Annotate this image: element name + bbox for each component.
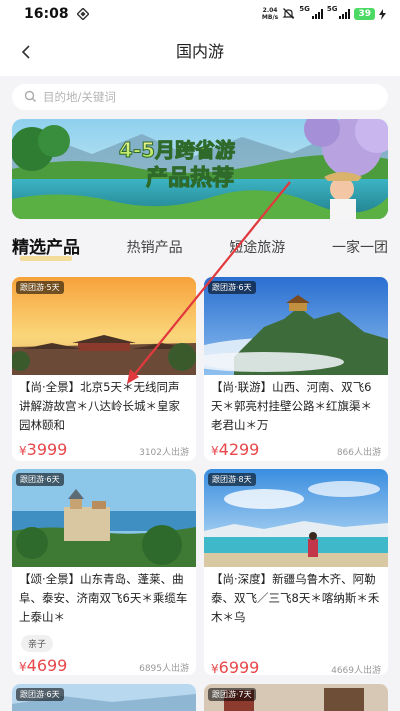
product-card[interactable]: 跟团游·6天 【尚·联游】山西、河南、双飞6天＊郭亮村挂壁公路＊红旗渠＊老君山＊…	[204, 277, 388, 461]
product-title: 【尚·联游】山西、河南、双飞6天＊郭亮村挂壁公路＊红旗渠＊老君山＊万	[211, 380, 372, 432]
signal1-label: 5G	[299, 4, 310, 13]
search-bar[interactable]	[12, 84, 388, 110]
product-image: 跟团游·7天	[204, 684, 388, 711]
trip-type-badge: 跟团游·5天	[16, 281, 64, 294]
travelers-count: 3102人出游	[139, 448, 189, 458]
product-tag: 亲子	[21, 635, 54, 652]
back-button[interactable]	[12, 38, 40, 66]
product-card[interactable]: 跟团游·5天 【尚·全景】北京5天＊无线同声讲解游故宫＊八达岭长城＊皇家园林颐和…	[12, 277, 196, 461]
tab-short-trips[interactable]: 短途旅游	[229, 232, 285, 264]
charging-icon	[379, 5, 386, 24]
product-title: 【尚·深度】新疆乌鲁木齐、阿勒泰、双飞／三飞8天＊喀纳斯＊禾木＊乌	[211, 572, 380, 624]
trip-type-badge: 跟团游·7天	[208, 688, 256, 701]
promo-banner[interactable]: 4-5月跨省游 产品热荐	[12, 119, 388, 219]
travelers-count: 4669人出游	[331, 666, 381, 675]
page-title: 国内游	[175, 42, 224, 61]
banner-headline-line2: 产品热荐	[146, 165, 234, 191]
product-price: ¥4299	[211, 440, 260, 459]
trip-type-badge: 跟团游·6天	[16, 473, 64, 486]
tab-bestselling[interactable]: 热销产品	[127, 232, 183, 264]
product-price: ¥3999	[19, 440, 68, 459]
app-notification-icon	[75, 5, 90, 24]
product-image: 跟团游·6天	[12, 469, 196, 567]
product-title: 【颂·全景】山东青岛、蓬莱、曲阜、泰安、济南双飞6天＊乘缆车上泰山＊	[19, 572, 188, 624]
search-input[interactable]	[43, 90, 363, 104]
tab-private-group[interactable]: 一家一团	[332, 232, 388, 264]
trip-type-badge: 跟团游·6天	[16, 688, 64, 701]
category-tabs: 精选产品 热销产品 短途旅游 一家一团	[12, 232, 388, 264]
search-icon	[24, 88, 37, 107]
travelers-count: 6895人出游	[139, 664, 189, 674]
trip-type-badge: 跟团游·8天	[208, 473, 256, 486]
product-title: 【尚·全景】北京5天＊无线同声讲解游故宫＊八达岭长城＊皇家园林颐和	[19, 380, 180, 432]
product-image: 跟团游·6天	[12, 684, 196, 711]
chevron-left-icon	[21, 45, 30, 59]
trip-type-badge: 跟团游·6天	[208, 281, 256, 294]
network-speed: 2.04 MB/s	[261, 7, 279, 21]
tab-featured[interactable]: 精选产品	[12, 232, 80, 264]
product-image: 跟团游·8天	[204, 469, 388, 567]
mute-icon	[282, 5, 295, 24]
product-price: ¥4699	[19, 656, 68, 675]
product-image: 跟团游·6天	[204, 277, 388, 375]
signal-strength-icon	[311, 9, 323, 19]
nav-bar: 国内游	[0, 28, 400, 76]
product-card[interactable]: 跟团游·6天 【颂·全景】山东青岛、蓬莱、曲阜、泰安、济南双飞6天＊乘缆车上泰山…	[12, 469, 196, 675]
product-card[interactable]: 跟团游·8天 【尚·深度】新疆乌鲁木齐、阿勒泰、双飞／三飞8天＊喀纳斯＊禾木＊乌…	[204, 469, 388, 675]
signal2-label: 5G	[326, 4, 338, 13]
signal-strength-icon-2	[339, 9, 351, 19]
product-price: ¥6999	[211, 658, 260, 675]
banner-headline-line1: 4-5月跨省游	[119, 138, 235, 162]
status-bar: 16:08 2.04 MB/s 5G 5G 39	[0, 0, 400, 28]
battery-level: 39	[354, 8, 375, 20]
product-image: 跟团游·5天	[12, 277, 196, 375]
product-card[interactable]: 跟团游·6天	[12, 684, 196, 711]
product-card[interactable]: 跟团游·7天	[204, 684, 388, 711]
status-time: 16:08	[24, 6, 69, 22]
travelers-count: 866人出游	[336, 448, 381, 458]
